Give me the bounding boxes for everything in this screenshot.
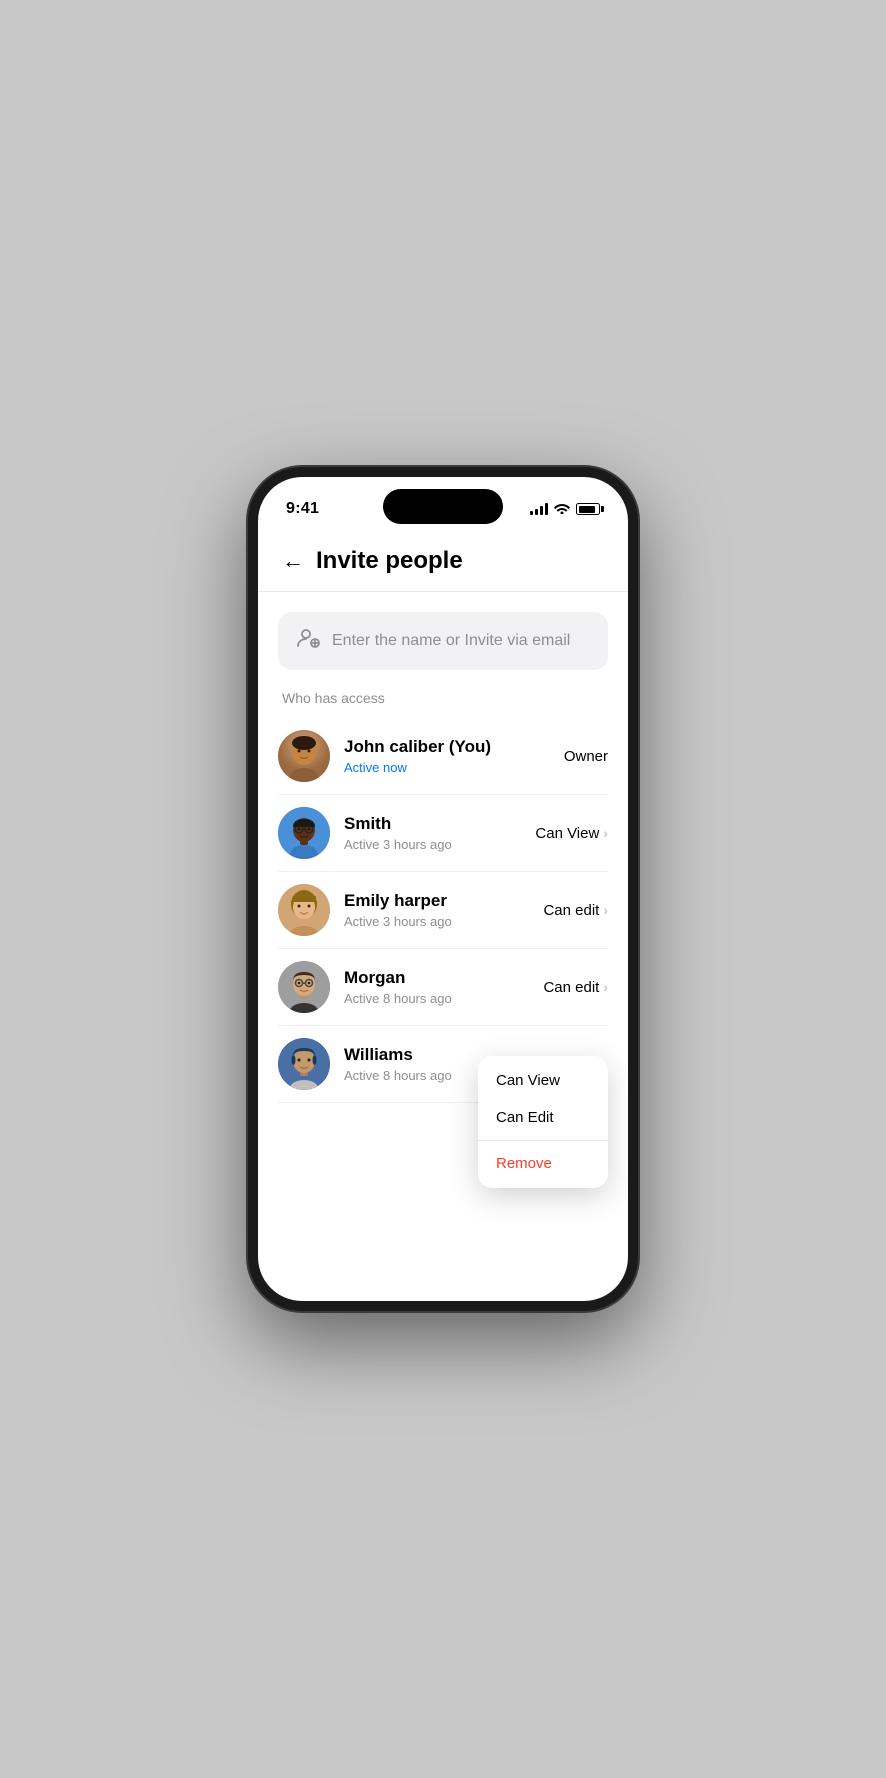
person-status-smith: Active 3 hours ago [344,837,535,852]
role-text-smith: Can View [535,825,599,842]
people-list: John caliber (You) Active now Owner [258,718,628,1103]
person-role-morgan[interactable]: Can edit › [543,979,608,996]
avatar-morgan [278,961,330,1013]
who-has-access-label: Who has access [258,686,628,718]
chevron-icon-emily: › [603,902,608,918]
person-status-emily: Active 3 hours ago [344,914,543,929]
back-arrow-icon: ← [282,548,304,573]
chevron-icon-morgan: › [603,979,608,995]
signal-bars-icon [530,503,548,515]
status-time: 9:41 [286,500,319,518]
person-item-john[interactable]: John caliber (You) Active now Owner [278,718,608,795]
status-icons [530,502,600,516]
invite-input-field[interactable]: Enter the name or Invite via email [278,612,608,670]
chevron-icon-smith: › [603,825,608,841]
add-person-icon [296,626,320,656]
dropdown-option-can-edit[interactable]: Can Edit [478,1099,608,1136]
person-info-emily: Emily harper Active 3 hours ago [344,891,543,929]
person-info-morgan: Morgan Active 8 hours ago [344,968,543,1006]
person-info-john: John caliber (You) Active now [344,737,564,775]
person-role-emily[interactable]: Can edit › [543,902,608,919]
back-button[interactable]: ← [282,548,304,574]
screen: 9:41 [258,477,628,1301]
dropdown-option-remove[interactable]: Remove [478,1145,608,1182]
dynamic-island [383,489,503,524]
person-role-john: Owner [564,748,608,765]
person-name-smith: Smith [344,814,535,834]
invite-placeholder-text: Enter the name or Invite via email [332,632,590,650]
person-status-john: Active now [344,760,564,775]
role-text-morgan: Can edit [543,979,599,996]
person-item-emily[interactable]: Emily harper Active 3 hours ago Can edit… [278,872,608,949]
person-name-emily: Emily harper [344,891,543,911]
page-header: ← Invite people [258,527,628,592]
avatar-williams [278,1038,330,1090]
avatar-smith [278,807,330,859]
avatar-emily [278,884,330,936]
person-item-wrapper-williams: Williams Active 8 hours ago Can edit › C… [278,1026,608,1103]
wifi-icon [554,502,570,516]
dropdown-option-can-view[interactable]: Can View [478,1062,608,1099]
battery-icon [576,503,600,515]
person-name-john: John caliber (You) [344,737,564,757]
person-info-smith: Smith Active 3 hours ago [344,814,535,852]
avatar-john [278,730,330,782]
role-text-emily: Can edit [543,902,599,919]
page-title: Invite people [316,547,463,575]
content-area: ← Invite people Ent [258,527,628,1301]
phone-frame: 9:41 [248,467,638,1311]
invite-section: Enter the name or Invite via email [258,592,628,686]
person-item-morgan[interactable]: Morgan Active 8 hours ago Can edit › [278,949,608,1026]
role-dropdown-popup[interactable]: Can View Can Edit Remove [478,1056,608,1188]
person-status-morgan: Active 8 hours ago [344,991,543,1006]
person-item-smith[interactable]: Smith Active 3 hours ago Can View › [278,795,608,872]
person-name-morgan: Morgan [344,968,543,988]
role-text-john: Owner [564,748,608,765]
person-role-smith[interactable]: Can View › [535,825,608,842]
